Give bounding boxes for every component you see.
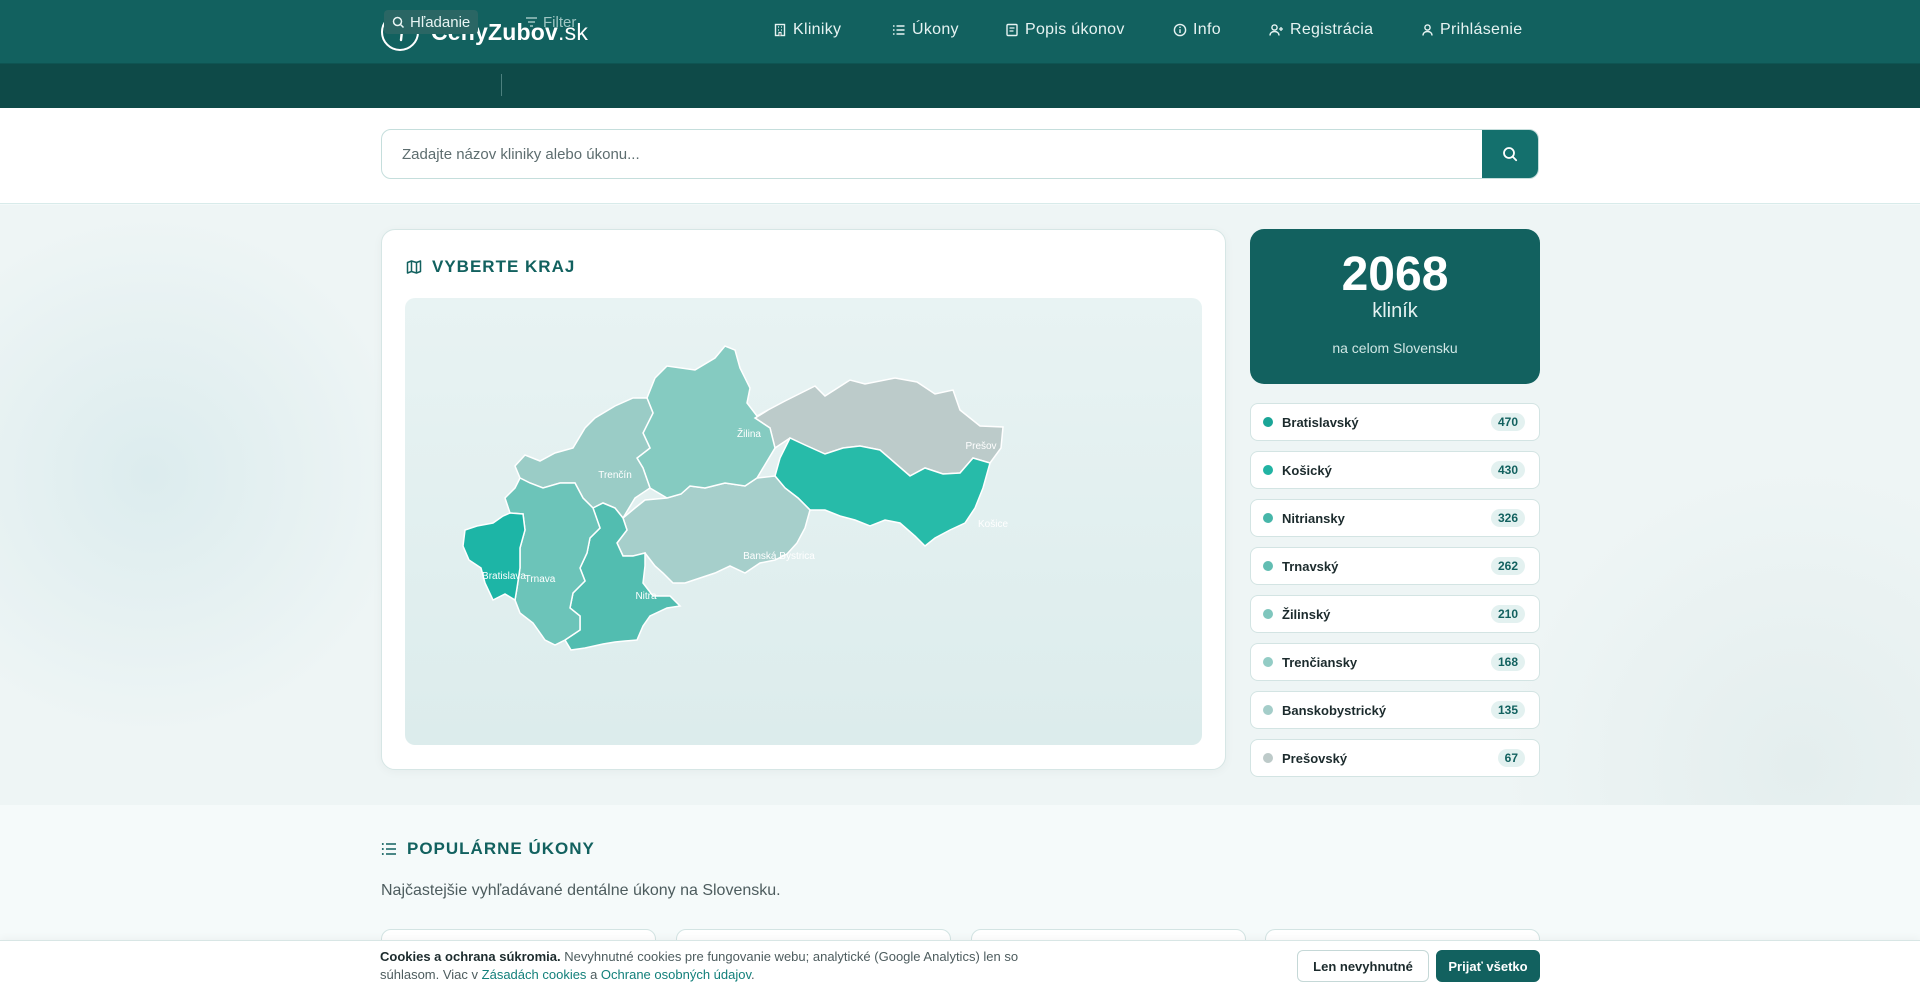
cookie-text: Cookies a ochrana súkromia. Nevyhnutné c… xyxy=(380,949,1019,982)
region-banska-bystrica[interactable] xyxy=(616,475,811,584)
filter-mode-label: Filter xyxy=(543,13,577,31)
nav-registracia[interactable]: Registrácia xyxy=(1269,21,1373,39)
search-mode-label: Hľadanie xyxy=(410,13,471,31)
slovakia-map: Prešov Košice Banská Bystrica Žilina Tre… xyxy=(405,298,1202,745)
popular-title: POPULÁRNE ÚKONY xyxy=(381,839,595,859)
region-row-trnavsky[interactable]: Trnavský 262 xyxy=(1250,547,1540,585)
building-icon xyxy=(774,23,786,37)
region-name: Trnavský xyxy=(1282,558,1339,574)
nav-kliniky[interactable]: Kliniky xyxy=(773,21,841,39)
region-label-bratislava: Bratislava xyxy=(482,571,526,582)
region-count-badge: 135 xyxy=(1490,701,1525,719)
map-icon xyxy=(406,260,422,274)
nav-prihlasenie-label: Prihlásenie xyxy=(1440,21,1523,38)
clinic-count-subtitle: na celom Slovensku xyxy=(1332,340,1458,356)
region-zilina[interactable] xyxy=(636,345,776,499)
privacy-policy-link[interactable]: Ochrane osobných údajov xyxy=(601,967,751,982)
region-name: Bratislavský xyxy=(1282,414,1359,430)
nav-ukony[interactable]: Úkony xyxy=(892,21,959,39)
region-name: Prešovský xyxy=(1282,750,1348,766)
list-icon xyxy=(892,25,905,35)
search-mode-button[interactable]: Hľadanie xyxy=(384,10,479,34)
region-label-presov: Prešov xyxy=(965,441,996,452)
cookie-policy-link[interactable]: Zásadách cookies xyxy=(482,967,587,982)
clinic-count-unit: kliník xyxy=(1372,300,1418,322)
popular-subtitle: Najčastejšie vyhľadávané dentálne úkony … xyxy=(381,882,781,899)
region-dot xyxy=(1263,417,1273,427)
nav-prihlasenie[interactable]: Prihlásenie xyxy=(1421,21,1522,39)
region-count-badge: 470 xyxy=(1490,413,1525,431)
sub-navbar xyxy=(0,64,1920,108)
region-row-bratislavsky[interactable]: Bratislavský 470 xyxy=(1250,403,1540,441)
info-icon xyxy=(1173,23,1187,37)
filter-mode-button[interactable]: Filter xyxy=(517,10,584,34)
region-dot xyxy=(1263,609,1273,619)
region-name: Banskobystrický xyxy=(1282,702,1387,718)
search-input[interactable] xyxy=(382,130,1483,178)
region-count-badge: 326 xyxy=(1490,509,1525,527)
cookie-accept-all-button[interactable]: Prijať všetko xyxy=(1436,950,1540,982)
region-label-banska-bystrica: Banská Bystrica xyxy=(743,551,815,562)
region-dot xyxy=(1263,561,1273,571)
nav-info-label: Info xyxy=(1193,21,1221,38)
nav-popis-ukonov[interactable]: Popis úkonov xyxy=(1005,21,1125,39)
nav-kliniky-label: Kliniky xyxy=(793,21,842,38)
region-dot xyxy=(1263,753,1273,763)
region-count-badge: 168 xyxy=(1490,653,1525,671)
region-name: Trenčiansky xyxy=(1282,654,1358,670)
region-label-nitra: Nitra xyxy=(635,591,657,602)
filter-icon xyxy=(526,16,537,27)
nav-popis-label: Popis úkonov xyxy=(1025,21,1125,38)
region-count-badge: 430 xyxy=(1490,461,1525,479)
book-icon xyxy=(1006,23,1018,37)
region-name: Žilinský xyxy=(1282,606,1331,622)
region-dot xyxy=(1263,657,1273,667)
region-label-zilina: Žilina xyxy=(737,427,761,440)
nav-registracia-label: Registrácia xyxy=(1290,21,1374,38)
search-icon xyxy=(1503,147,1518,162)
map-card-title: VYBERTE KRAJ xyxy=(406,257,575,277)
cookie-title: Cookies a ochrana súkromia. xyxy=(380,949,561,964)
region-row-banskobystricky[interactable]: Banskobystrický 135 xyxy=(1250,691,1540,729)
region-name: Košický xyxy=(1282,462,1332,478)
user-plus-icon xyxy=(1269,24,1283,36)
region-count-badge: 262 xyxy=(1490,557,1525,575)
region-dot xyxy=(1263,513,1273,523)
clinic-count: 2068 xyxy=(1341,248,1449,301)
region-row-kosicky[interactable]: Košický 430 xyxy=(1250,451,1540,489)
region-bratislava[interactable] xyxy=(462,512,526,602)
region-dot xyxy=(1263,465,1273,475)
region-label-trnava: Trnava xyxy=(525,574,556,585)
top-navbar: CenyZubov.sk Kliniky Úkony Popis úkonov … xyxy=(0,0,1920,64)
region-row-presovsky[interactable]: Prešovský 67 xyxy=(1250,739,1540,777)
search-submit-button[interactable] xyxy=(1482,130,1538,178)
nav-ukony-label: Úkony xyxy=(912,21,959,38)
nav-info[interactable]: Info xyxy=(1173,21,1221,39)
clinic-count-card: 2068 kliník na celom Slovensku xyxy=(1250,229,1540,384)
user-icon xyxy=(1422,24,1433,36)
region-row-trenciansky[interactable]: Trenčiansky 168 xyxy=(1250,643,1540,681)
cookie-necessary-button[interactable]: Len nevyhnutné xyxy=(1297,950,1429,982)
search-box xyxy=(381,129,1539,179)
region-row-nitriansky[interactable]: Nitriansky 326 xyxy=(1250,499,1540,537)
search-icon xyxy=(392,16,405,28)
region-dot xyxy=(1263,705,1273,715)
region-label-kosice: Košice xyxy=(978,519,1008,530)
region-row-zilinsky[interactable]: Žilinský 210 xyxy=(1250,595,1540,633)
list-icon xyxy=(381,843,396,855)
region-label-trencin: Trenčín xyxy=(598,470,632,481)
region-name: Nitriansky xyxy=(1282,510,1345,526)
region-count-badge: 67 xyxy=(1497,749,1525,767)
subbar-divider xyxy=(501,74,502,96)
region-count-badge: 210 xyxy=(1490,605,1525,623)
